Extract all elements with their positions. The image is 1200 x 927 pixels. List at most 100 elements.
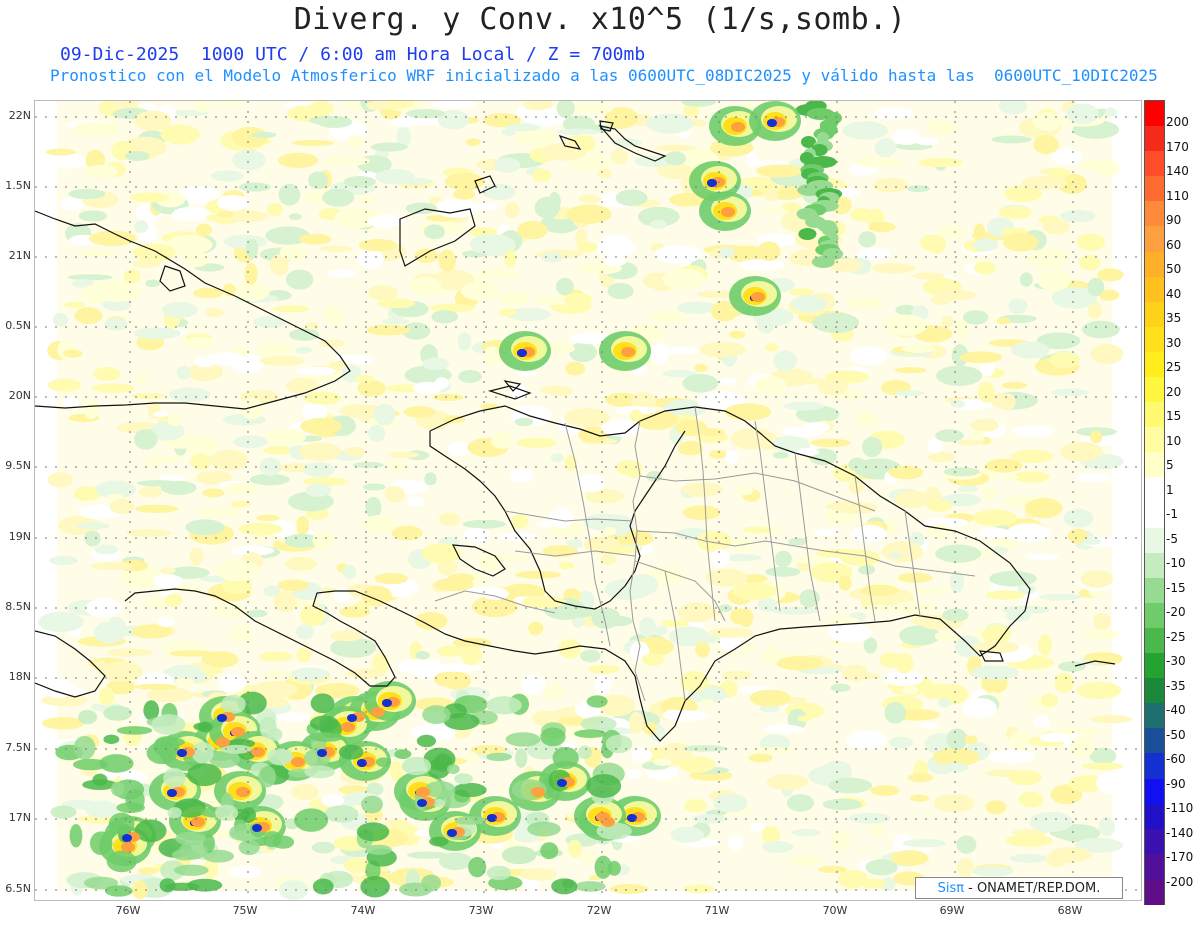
shading-texture: [500, 290, 531, 307]
shading-texture: [1037, 270, 1071, 291]
shading-texture: [74, 307, 103, 325]
shading-texture: [224, 482, 259, 495]
divergence-core-strong: [371, 707, 385, 717]
shading-texture: [515, 129, 558, 148]
latitude-label: 19N: [8, 530, 31, 543]
shading-texture: [764, 645, 780, 664]
convergence-area: [72, 758, 108, 771]
shading-texture: [505, 123, 541, 132]
colorbar-label: -5: [1166, 531, 1178, 546]
shading-texture: [347, 134, 363, 150]
shading-texture: [813, 528, 839, 536]
shading-texture: [458, 369, 482, 383]
shading-texture: [600, 553, 618, 566]
shading-texture: [258, 651, 294, 662]
convergence-area: [577, 745, 592, 760]
shading-texture: [259, 457, 282, 477]
shading-texture: [1060, 209, 1096, 223]
colorbar-swatch: [1145, 276, 1164, 303]
colorbar-label: -50: [1166, 727, 1186, 742]
shading-texture: [873, 107, 914, 120]
colorbar-label: 5: [1166, 458, 1174, 472]
shading-texture: [462, 527, 491, 544]
convergence-area: [153, 736, 180, 758]
latitude-label: 7.5N: [5, 741, 31, 754]
convergence-area: [163, 767, 186, 789]
shading-texture: [563, 292, 593, 307]
shading-texture: [1032, 112, 1062, 131]
shading-texture: [465, 587, 498, 595]
shading-texture: [81, 284, 111, 304]
convergence-area: [294, 808, 329, 832]
shading-texture: [686, 610, 722, 618]
convergence-area: [309, 715, 339, 732]
shading-texture: [479, 551, 501, 572]
shading-texture: [209, 449, 248, 471]
shading-texture: [152, 574, 183, 588]
shading-texture: [602, 256, 627, 267]
shading-texture: [855, 411, 878, 428]
shading-texture: [189, 547, 204, 566]
shading-texture: [215, 559, 261, 582]
shading-texture: [232, 149, 266, 171]
convergence-core: [347, 714, 357, 722]
colorbar-swatch: [1145, 452, 1164, 478]
shading-texture: [1005, 610, 1031, 622]
shading-texture: [201, 667, 224, 675]
colorbar-label: 60: [1166, 237, 1182, 252]
convergence-area: [356, 822, 390, 842]
shading-texture: [956, 858, 974, 877]
colorbar-swatch: [1145, 502, 1164, 529]
shading-texture: [918, 157, 963, 168]
shading-texture: [129, 192, 170, 203]
convergence-area: [89, 831, 113, 856]
shading-texture: [174, 678, 194, 688]
convergence-area: [159, 878, 176, 893]
shading-texture: [375, 168, 415, 185]
colorbar-swatch: [1145, 151, 1164, 177]
shading-texture: [388, 459, 404, 473]
shading-texture: [296, 624, 314, 640]
shading-texture: [603, 527, 616, 536]
latitude-label: 1.5N: [5, 179, 31, 192]
shading-texture: [1087, 277, 1105, 297]
shading-texture: [1060, 441, 1103, 462]
convergence-core: [487, 814, 497, 822]
shading-texture: [822, 798, 863, 811]
shading-texture: [295, 346, 312, 354]
latitude-label: 20N: [8, 389, 31, 402]
shading-texture: [864, 604, 894, 613]
shading-texture: [327, 269, 357, 278]
convergence-core: [517, 349, 527, 357]
convergence-core: [627, 814, 637, 822]
shading-texture: [1083, 652, 1117, 663]
shading-texture: [1008, 298, 1028, 314]
shading-texture: [894, 367, 927, 374]
shading-texture: [263, 670, 288, 678]
colorbar-label: -170: [1166, 850, 1194, 864]
colorbar-swatch: [1145, 226, 1164, 253]
convergence-area: [267, 748, 294, 766]
convergence-area: [221, 694, 246, 714]
colorbar-label: -20: [1166, 605, 1186, 619]
shading-texture: [47, 472, 73, 488]
colorbar-swatch: [1145, 251, 1164, 278]
colorbar-swatch: [1145, 527, 1164, 554]
shading-texture: [790, 295, 828, 313]
shading-texture: [1006, 523, 1052, 543]
shading-texture: [861, 878, 886, 889]
shading-texture: [856, 247, 891, 260]
shading-texture: [176, 366, 191, 380]
shading-texture: [858, 231, 877, 248]
colorbar-swatch: [1145, 728, 1164, 754]
shading-texture: [73, 121, 121, 137]
convergence-area: [574, 729, 607, 739]
shading-texture: [935, 429, 964, 442]
convergence-area: [103, 734, 120, 745]
convergence-core: [317, 749, 327, 757]
latitude-label: 9.5N: [5, 459, 31, 472]
shading-texture: [972, 640, 1020, 654]
shading-texture: [996, 317, 1011, 325]
shading-texture: [943, 467, 980, 477]
shading-texture: [344, 446, 366, 457]
